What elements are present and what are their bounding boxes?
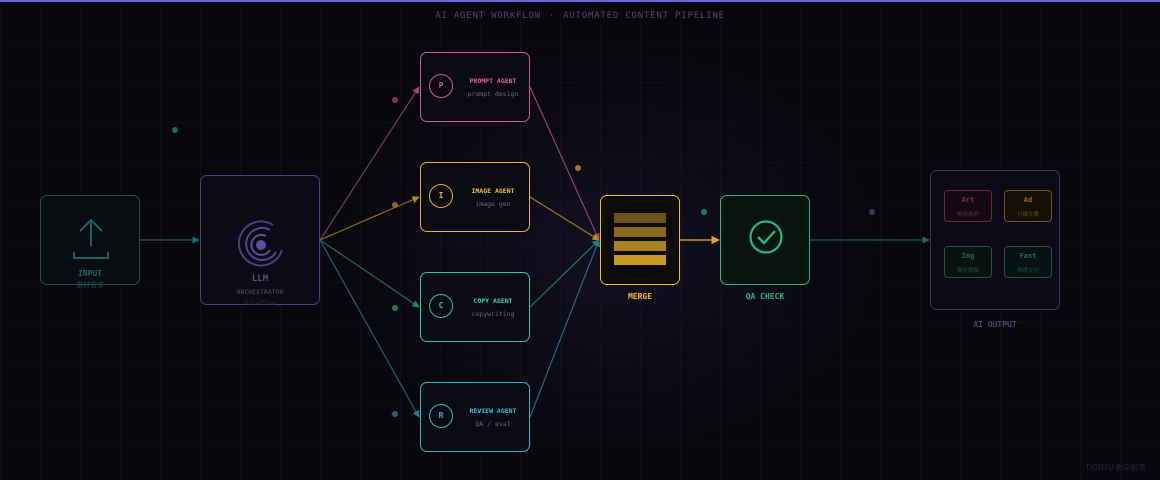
image-agent-node[interactable]: I IMAGE AGENT image gen — [420, 162, 530, 232]
orchestrator-note: Ruleflow — [244, 299, 276, 307]
tile-title: Img — [961, 252, 975, 260]
output-tile-fast[interactable]: Fast 快速交付 — [1004, 246, 1052, 278]
tile-title: Ad — [1023, 196, 1033, 204]
signal-dot — [392, 411, 398, 417]
concentric-circles-icon — [238, 220, 283, 267]
wire-review-merge — [529, 239, 601, 418]
wire-llm-image — [319, 196, 420, 241]
signal-dot — [869, 209, 875, 215]
agent-desc: prompt design — [467, 90, 519, 98]
signal-dot — [172, 127, 178, 133]
output-tile-art[interactable]: Art 美術素材 — [944, 190, 992, 222]
merge-label: MERGE — [627, 292, 653, 301]
signal-dot — [575, 165, 581, 171]
agent-name: IMAGE AGENT — [471, 187, 515, 195]
tile-caption: 美術素材 — [956, 212, 979, 218]
prompt-agent-node[interactable]: P PROMPT AGENT prompt design — [420, 52, 530, 122]
orchestrator-sublabel: ORCHESTRATOR — [236, 288, 284, 296]
agent-badge: I — [429, 184, 453, 208]
agent-desc: copywriting — [471, 310, 515, 318]
input-label: INPUT — [77, 269, 103, 278]
agent-badge: P — [429, 74, 453, 98]
wire-llm-copy — [319, 239, 420, 308]
credit-watermark: TIGNYU 數字創意 — [1085, 463, 1146, 472]
wire-llm-review — [319, 239, 420, 418]
tile-caption: 行銷文案 — [1016, 212, 1039, 218]
agent-desc: QA / eval — [475, 420, 511, 428]
agent-desc: image gen — [475, 200, 511, 208]
wire-copy-merge — [529, 239, 600, 308]
qa-label: QA CHECK — [745, 292, 785, 301]
copy-agent-node[interactable]: C COPY AGENT copywriting — [420, 272, 530, 342]
orchestrator-node[interactable]: LLM ORCHESTRATOR Ruleflow — [200, 175, 320, 307]
output-tile-img[interactable]: Img 廣告圖像 — [944, 246, 992, 278]
tile-title: Art — [961, 196, 975, 204]
stack-bar — [614, 255, 666, 265]
stack-bar — [614, 241, 666, 251]
input-node[interactable]: INPUT 素材需求 — [40, 195, 140, 289]
agent-badge: R — [429, 404, 453, 428]
agent-badge: C — [429, 294, 453, 318]
signal-dot — [392, 305, 398, 311]
merge-node[interactable] — [600, 195, 680, 285]
tile-title: Fast — [1019, 252, 1037, 260]
check-circle-icon — [749, 220, 783, 254]
agent-name: PROMPT AGENT — [469, 77, 517, 85]
tile-caption: 廣告圖像 — [956, 268, 979, 274]
input-sublabel: 素材需求 — [76, 281, 104, 289]
qa-check-node[interactable] — [720, 195, 810, 285]
review-agent-node[interactable]: R REVIEW AGENT QA / eval — [420, 382, 530, 452]
orchestrator-label: LLM — [251, 274, 269, 284]
signal-dot — [701, 209, 707, 215]
output-tile-ad[interactable]: Ad 行銷文案 — [1004, 190, 1052, 222]
upload-icon — [73, 218, 109, 259]
tile-caption: 快速交付 — [1016, 268, 1039, 274]
stack-bar — [614, 227, 666, 237]
signal-dot — [392, 202, 398, 208]
wire-prompt-merge — [529, 86, 600, 241]
agent-name: COPY AGENT — [473, 297, 513, 305]
stack-bars-icon — [614, 213, 666, 223]
signal-dot — [392, 97, 398, 103]
wire-llm-prompt — [319, 86, 420, 241]
agent-name: REVIEW AGENT — [469, 407, 517, 415]
output-node[interactable]: Art 美術素材 Ad 行銷文案 Img 廣告圖像 Fast 快速交付 — [930, 170, 1060, 310]
output-label: AI OUTPUT — [973, 320, 1017, 329]
